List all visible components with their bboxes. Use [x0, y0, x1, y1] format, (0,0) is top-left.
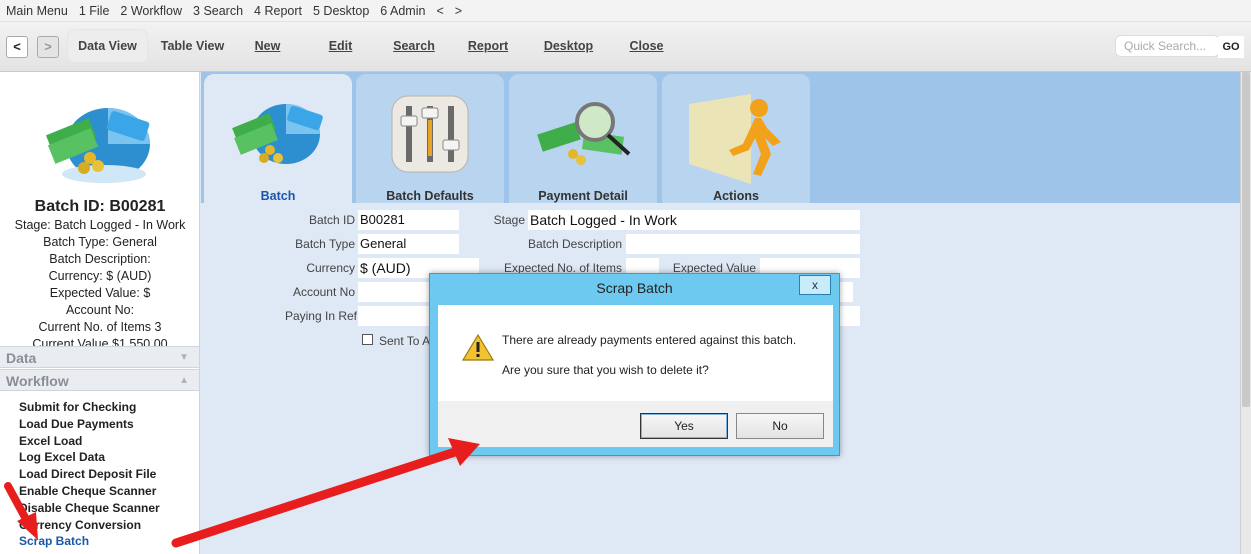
workflow-item-load-direct-deposit[interactable]: Load Direct Deposit File	[19, 466, 160, 483]
dialog-title: Scrap Batch	[596, 280, 673, 296]
chevron-down-icon: ▼	[179, 352, 189, 363]
paying-in-ref-label: Paying In Ref	[284, 309, 357, 323]
data-section-label: Data	[6, 350, 37, 366]
menu-search[interactable]: 3 Search	[193, 4, 243, 18]
dialog-message-2: Are you sure that you wish to delete it?	[502, 363, 709, 377]
data-view-button[interactable]: Data View	[68, 30, 147, 62]
vertical-scrollbar[interactable]	[1240, 72, 1251, 554]
batch-type-field[interactable]: General	[358, 234, 459, 254]
search-button[interactable]: Search	[389, 30, 439, 62]
menu-report[interactable]: 4 Report	[254, 4, 302, 18]
back-button[interactable]: <	[6, 36, 28, 58]
toolbar: < > Data View Table View New Edit Search…	[0, 22, 1251, 72]
sent-to-label: Sent To Ac	[379, 334, 437, 348]
workflow-list: Submit for Checking Load Due Payments Ex…	[19, 399, 160, 550]
menu-prev[interactable]: <	[436, 4, 443, 18]
menu-file[interactable]: 1 File	[79, 4, 110, 18]
sliders-icon	[391, 95, 469, 173]
report-button[interactable]: Report	[463, 30, 513, 62]
workflow-item-excel-load[interactable]: Excel Load	[19, 433, 160, 450]
tab-batch-label: Batch	[260, 189, 296, 203]
menu-main[interactable]: Main Menu	[6, 4, 68, 18]
batch-id-field[interactable]: B00281	[358, 210, 459, 230]
account-no-label: Account No	[292, 285, 355, 299]
stage-label: Stage	[493, 213, 525, 227]
menu-workflow[interactable]: 2 Workflow	[120, 4, 182, 18]
go-button[interactable]: GO	[1218, 36, 1244, 58]
dialog-close-button[interactable]: x	[799, 275, 831, 295]
summary-expected-value: Expected Value: $	[49, 286, 151, 300]
workflow-item-log-excel-data[interactable]: Log Excel Data	[19, 449, 160, 466]
new-button[interactable]: New	[245, 30, 290, 62]
data-section-header[interactable]: Data ▼	[0, 346, 199, 368]
tab-batch[interactable]: Batch	[204, 74, 352, 203]
tab-actions[interactable]: Actions	[662, 74, 810, 203]
tab-payment-detail-label: Payment Detail	[538, 189, 628, 203]
edit-button[interactable]: Edit	[318, 30, 363, 62]
summary-batch-type: Batch Type: General	[43, 235, 157, 249]
dialog-message-1: There are already payments entered again…	[502, 333, 797, 347]
summary-items: Current No. of Items 3	[38, 320, 162, 334]
batch-description-field[interactable]	[626, 234, 860, 254]
workflow-item-load-due-payments[interactable]: Load Due Payments	[19, 416, 160, 433]
batch-summary: Batch ID: B00281 Stage: Batch Logged - I…	[0, 198, 200, 353]
workflow-section-label: Workflow	[6, 373, 69, 389]
batch-id-label: Batch ID	[308, 213, 355, 227]
no-button[interactable]: No	[736, 413, 824, 439]
scrap-batch-dialog: Scrap Batch x There are already payments…	[429, 273, 840, 456]
workflow-item-scrap-batch[interactable]: Scrap Batch	[19, 533, 160, 550]
dialog-body: There are already payments entered again…	[438, 305, 833, 401]
summary-description: Batch Description:	[49, 252, 151, 266]
batch-id-title: Batch ID: B00281	[34, 198, 166, 215]
menu-admin[interactable]: 6 Admin	[380, 4, 425, 18]
tab-batch-defaults[interactable]: Batch Defaults	[356, 74, 504, 203]
stage-field[interactable]: Batch Logged - In Work	[528, 210, 860, 230]
workflow-item-submit-for-checking[interactable]: Submit for Checking	[19, 399, 160, 416]
menu-next[interactable]: >	[455, 4, 462, 18]
batch-money-icon	[232, 104, 323, 164]
running-man-icon	[689, 94, 781, 184]
quick-search-input[interactable]: Quick Search...	[1115, 35, 1220, 57]
tab-payment-detail[interactable]: Payment Detail	[509, 74, 657, 203]
batch-money-icon	[45, 108, 150, 183]
sidebar: Batch ID: B00281 Stage: Batch Logged - I…	[0, 72, 200, 554]
menu-bar: Main Menu 1 File 2 Workflow 3 Search 4 R…	[0, 0, 1251, 22]
workflow-item-currency-conversion[interactable]: Currency Conversion	[19, 517, 160, 534]
magnifier-money-icon	[537, 102, 631, 165]
workflow-section-header[interactable]: Workflow ▲	[0, 369, 199, 391]
summary-currency: Currency: $ (AUD)	[48, 269, 152, 283]
workflow-item-disable-cheque-scanner[interactable]: Disable Cheque Scanner	[19, 500, 160, 517]
yes-button[interactable]: Yes	[640, 413, 728, 439]
sent-to-checkbox[interactable]	[362, 334, 373, 345]
close-button[interactable]: Close	[624, 30, 669, 62]
forward-button[interactable]: >	[37, 36, 59, 58]
desktop-button[interactable]: Desktop	[540, 30, 597, 62]
batch-description-label: Batch Description	[527, 237, 622, 251]
currency-label: Currency	[306, 261, 355, 275]
summary-stage: Stage: Batch Logged - In Work	[14, 218, 186, 232]
batch-type-label: Batch Type	[295, 237, 355, 251]
summary-account-no: Account No:	[65, 303, 135, 317]
menu-desktop[interactable]: 5 Desktop	[313, 4, 369, 18]
workflow-item-enable-cheque-scanner[interactable]: Enable Cheque Scanner	[19, 483, 160, 500]
scrollbar-thumb[interactable]	[1242, 72, 1250, 407]
tab-batch-defaults-label: Batch Defaults	[386, 189, 474, 203]
chevron-up-icon: ▲	[179, 375, 189, 386]
tab-actions-label: Actions	[713, 189, 759, 203]
table-view-button[interactable]: Table View	[155, 30, 230, 62]
warning-icon	[462, 333, 494, 361]
